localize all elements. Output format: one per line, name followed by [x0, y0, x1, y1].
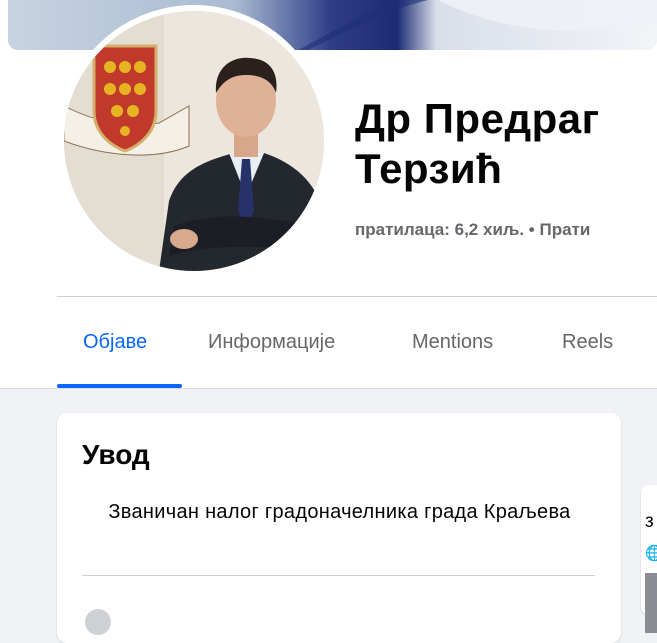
side-post-snippet: з [645, 511, 654, 532]
profile-photo [64, 11, 324, 271]
side-post-card[interactable]: з 🌐 [641, 485, 657, 633]
intro-card: Увод Званичан налог градоначелника града… [57, 413, 621, 643]
tab-reels[interactable]: Reels [562, 331, 613, 354]
avatar[interactable] [64, 11, 324, 271]
intro-bio: Званичан налог градоначелника града Краљ… [108, 501, 571, 523]
header-divider [57, 296, 657, 297]
coat-of-arms-icon [92, 44, 158, 153]
tab-about[interactable]: Информације [208, 331, 335, 354]
intro-divider [82, 575, 595, 576]
intro-title: Увод [82, 439, 150, 470]
active-tab-indicator [57, 384, 182, 388]
tab-mentions[interactable]: Mentions [412, 331, 493, 354]
tab-posts[interactable]: Објаве [83, 331, 147, 354]
side-post-thumbnail [645, 573, 657, 633]
followers-count[interactable]: пратилаца: 6,2 хиљ. • Прати [355, 220, 590, 240]
page-title: Др Предраг Терзић [355, 95, 600, 192]
globe-icon: 🌐 [645, 545, 657, 562]
